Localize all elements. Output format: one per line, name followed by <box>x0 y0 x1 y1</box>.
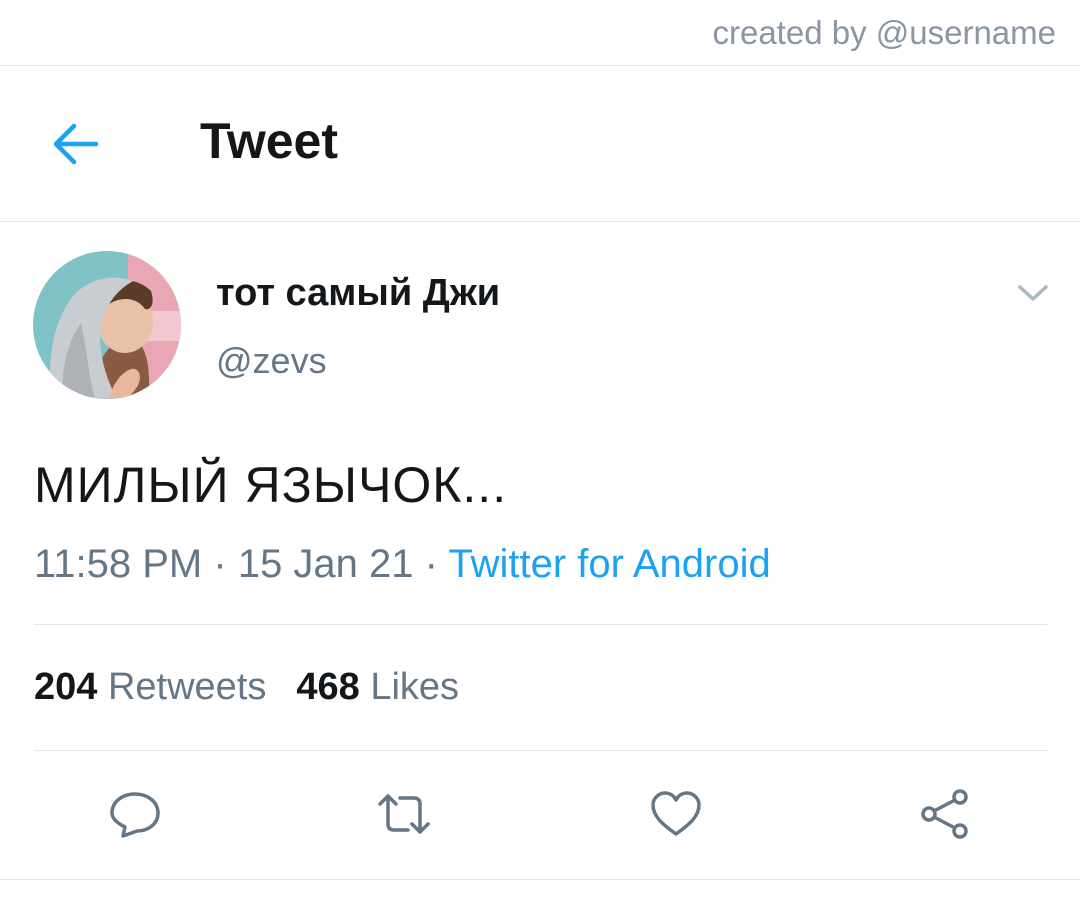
credit-bar: created by @username <box>0 0 1080 66</box>
tweet-stats: 204 Retweets 468 Likes <box>34 666 459 709</box>
tweet-text: МИЛЫЙ ЯЗЫЧОК... <box>34 457 508 513</box>
reply-icon <box>107 788 163 840</box>
tweet-source-link[interactable]: Twitter for Android <box>448 542 770 586</box>
retweets-label: Retweets <box>107 666 267 708</box>
arrow-left-icon <box>46 116 108 172</box>
retweet-icon <box>376 788 432 840</box>
tweet-meta: 11:58 PM · 15 Jan 21 · Twitter for Andro… <box>34 542 771 587</box>
credit-text: created by @username <box>712 14 1056 51</box>
retweet-button[interactable] <box>376 788 432 840</box>
likes-count: 468 <box>296 666 360 708</box>
meta-separator: · <box>424 542 438 586</box>
divider <box>34 750 1047 751</box>
likes-stat[interactable]: 468 Likes <box>296 666 459 709</box>
user-handle[interactable]: @zevs <box>216 340 327 382</box>
meta-separator: · <box>213 542 227 586</box>
tweet-time: 11:58 PM <box>34 542 203 586</box>
tweet-menu-button[interactable] <box>1012 278 1054 308</box>
display-name[interactable]: тот самый Джи <box>216 272 500 315</box>
retweets-count: 204 <box>34 666 98 708</box>
share-icon <box>918 788 974 840</box>
tweet-date: 15 Jan 21 <box>237 542 414 586</box>
reply-button[interactable] <box>107 788 163 840</box>
back-button[interactable] <box>46 116 108 172</box>
divider <box>0 879 1080 880</box>
divider <box>34 624 1047 625</box>
like-button[interactable] <box>648 788 704 840</box>
share-button[interactable] <box>918 788 974 840</box>
avatar[interactable] <box>33 251 181 399</box>
chevron-down-icon <box>1012 278 1054 308</box>
page-title: Tweet <box>200 113 338 169</box>
retweets-stat[interactable]: 204 Retweets <box>34 666 266 709</box>
likes-label: Likes <box>370 666 460 708</box>
tweet-header: Tweet <box>0 66 1080 222</box>
like-heart-icon <box>648 788 704 840</box>
